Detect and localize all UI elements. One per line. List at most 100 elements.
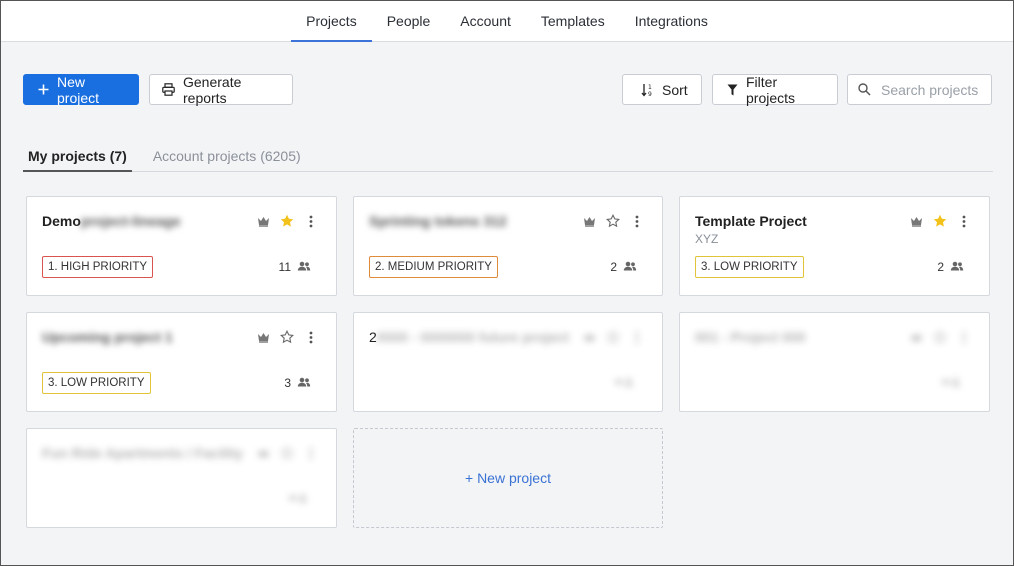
member-count: 2: [610, 260, 637, 274]
member-count-value: 11: [278, 260, 291, 274]
star-icon[interactable]: [280, 329, 294, 345]
project-card[interactable]: Upcoming project 1 3. LOW PRIORITY 3: [26, 312, 337, 412]
tab-account-projects[interactable]: Account projects (6205): [148, 141, 306, 171]
project-title-redacted: Upcoming project 1: [42, 329, 173, 345]
svg-text:9: 9: [648, 91, 652, 97]
more-vert-icon[interactable]: [630, 213, 644, 229]
more-vert-icon[interactable]: [304, 213, 318, 229]
project-title-redacted: project-lineage: [80, 213, 181, 229]
project-title-redacted: Sprinting tokens 312: [369, 213, 507, 229]
more-vert-icon: [957, 329, 971, 345]
card-actions: [256, 213, 318, 229]
project-title[interactable]: Template Project: [695, 213, 807, 229]
nav-projects[interactable]: Projects: [291, 1, 372, 42]
star-icon: [933, 329, 947, 345]
project-title-redacted: 001 - Project 000: [695, 329, 806, 345]
card-actions: [909, 213, 971, 229]
project-title-visible: 2: [369, 329, 377, 345]
star-icon[interactable]: [933, 213, 947, 229]
generate-reports-label: Generate reports: [183, 73, 242, 106]
star-icon: [280, 445, 294, 461]
member-count: 3: [284, 376, 311, 390]
member-count: [289, 492, 311, 506]
svg-text:1: 1: [648, 84, 652, 91]
star-icon: [606, 329, 620, 345]
project-title[interactable]: Sprinting tokens 312: [369, 213, 507, 229]
priority-badge: 1. HIGH PRIORITY: [42, 256, 154, 278]
project-title[interactable]: 20000 - 0000000 future project: [369, 329, 569, 345]
member-count: [942, 376, 964, 390]
priority-badge: 2. MEDIUM PRIORITY: [369, 256, 498, 278]
nav-account[interactable]: Account: [445, 1, 526, 41]
sort-icon: 19: [641, 83, 654, 97]
star-icon[interactable]: [280, 213, 294, 229]
priority-badge: 3. LOW PRIORITY: [42, 372, 151, 394]
more-vert-icon[interactable]: [304, 329, 318, 345]
plus-icon: [38, 84, 49, 95]
people-icon: [289, 492, 311, 506]
project-card[interactable]: 001 - Project 000: [679, 312, 990, 412]
search-box[interactable]: [847, 74, 992, 105]
member-count: 2: [937, 260, 964, 274]
filter-icon: [727, 84, 738, 96]
crown-icon[interactable]: [582, 213, 596, 229]
crown-icon[interactable]: [909, 213, 923, 229]
project-title[interactable]: Upcoming project 1: [42, 329, 173, 345]
member-count-value: 3: [284, 376, 291, 390]
people-icon: [297, 376, 311, 390]
nav-integrations[interactable]: Integrations: [620, 1, 723, 41]
new-project-button[interactable]: New project: [23, 73, 139, 106]
member-count: [615, 376, 637, 390]
people-icon: [297, 260, 311, 274]
more-vert-icon[interactable]: [957, 213, 971, 229]
member-count: 11: [279, 260, 311, 274]
new-project-card-link[interactable]: + New project: [465, 470, 551, 486]
nav-templates[interactable]: Templates: [526, 1, 620, 41]
sort-button[interactable]: 19 Sort: [622, 74, 702, 105]
project-tabs: My projects (7) Account projects (6205): [23, 141, 993, 172]
people-icon: [950, 260, 964, 274]
crown-icon[interactable]: [256, 213, 270, 229]
crown-icon: [582, 329, 596, 345]
project-card[interactable]: Template Project XYZ 3. LOW PRIORITY 2: [679, 196, 990, 296]
nav-people[interactable]: People: [372, 1, 446, 41]
new-project-card[interactable]: + New project: [353, 428, 663, 528]
tab-my-projects[interactable]: My projects (7): [23, 141, 132, 172]
people-icon: [942, 376, 964, 390]
project-card[interactable]: 20000 - 0000000 future project: [353, 312, 663, 412]
project-card[interactable]: Demoproject-lineage 1. HIGH PRIORITY 11: [26, 196, 337, 296]
project-card[interactable]: Fun Ride Apartments / Facility: [26, 428, 337, 528]
project-title[interactable]: Demoproject-lineage: [42, 213, 181, 229]
sort-label: Sort: [662, 81, 688, 98]
more-vert-icon: [630, 329, 644, 345]
card-actions: [256, 329, 318, 345]
people-icon: [623, 260, 637, 274]
project-title-redacted: Fun Ride Apartments / Facility: [42, 445, 243, 461]
project-title-visible: Demo: [42, 213, 81, 229]
new-project-label: New project: [57, 73, 100, 106]
project-card[interactable]: Sprinting tokens 312 2. MEDIUM PRIORITY …: [353, 196, 663, 296]
generate-reports-button[interactable]: Generate reports: [149, 73, 293, 106]
filter-projects-button[interactable]: Filter projects: [712, 73, 838, 106]
project-title[interactable]: 001 - Project 000: [695, 329, 806, 345]
crown-icon: [909, 329, 923, 345]
crown-icon: [256, 445, 270, 461]
project-title[interactable]: Fun Ride Apartments / Facility: [42, 445, 243, 461]
project-title-redacted: 0000 - 0000000 future project: [376, 329, 570, 345]
top-navigation: Projects People Account Templates Integr…: [1, 1, 1013, 42]
people-icon: [615, 376, 637, 390]
search-input[interactable]: [881, 81, 981, 98]
priority-badge: 3. LOW PRIORITY: [695, 256, 804, 278]
crown-icon[interactable]: [256, 329, 270, 345]
project-subtitle: XYZ: [695, 232, 719, 246]
filter-projects-label: Filter projects: [746, 73, 796, 106]
card-actions: [582, 213, 644, 229]
search-icon: [858, 83, 871, 96]
card-actions: [256, 445, 318, 461]
member-count-value: 2: [937, 260, 944, 274]
member-count-value: 2: [610, 260, 617, 274]
star-icon[interactable]: [606, 213, 620, 229]
card-actions: [582, 329, 644, 345]
more-vert-icon: [304, 445, 318, 461]
card-actions: [909, 329, 971, 345]
